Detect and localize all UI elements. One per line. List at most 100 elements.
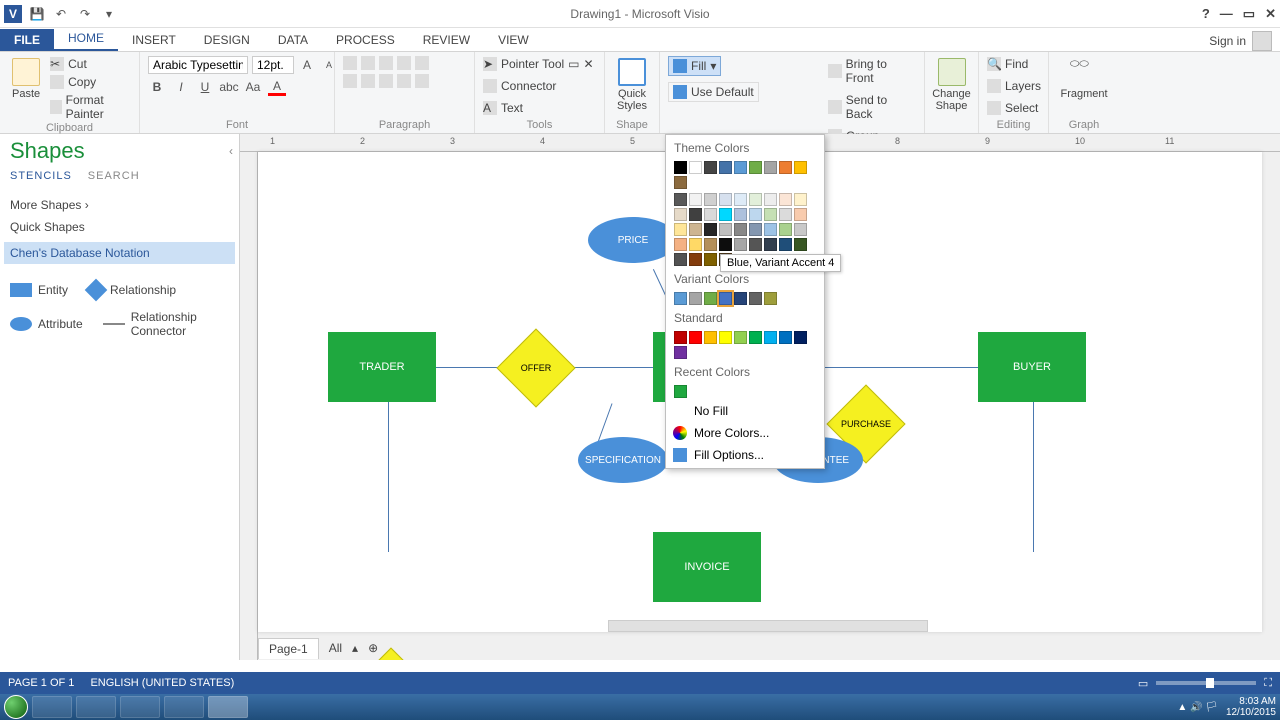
connector-tool-button[interactable]: Connector <box>483 78 556 94</box>
color-swatch[interactable] <box>719 193 732 206</box>
color-swatch[interactable] <box>719 238 732 251</box>
italic-button[interactable]: I <box>172 78 190 96</box>
color-swatch[interactable] <box>734 223 747 236</box>
color-swatch[interactable] <box>734 161 747 174</box>
color-swatch[interactable] <box>749 161 762 174</box>
color-swatch[interactable] <box>674 346 687 359</box>
horizontal-scrollbar[interactable] <box>608 620 928 632</box>
color-swatch[interactable] <box>764 238 777 251</box>
underline-button[interactable]: U <box>196 78 214 96</box>
quick-shapes-link[interactable]: Quick Shapes <box>10 216 229 238</box>
entity-invoice[interactable]: INVOICE <box>653 532 761 602</box>
fit-page-icon[interactable]: ⛶ <box>1264 677 1272 690</box>
align-mid-icon[interactable] <box>361 56 375 70</box>
color-swatch[interactable] <box>689 253 702 266</box>
color-swatch[interactable] <box>764 208 777 221</box>
color-swatch[interactable] <box>794 208 807 221</box>
paste-button[interactable]: Paste <box>8 56 44 102</box>
minimize-icon[interactable]: — <box>1220 6 1233 22</box>
task-vlc[interactable] <box>164 696 204 718</box>
entity-buyer[interactable]: BUYER <box>978 332 1086 402</box>
entity-trader[interactable]: TRADER <box>328 332 436 402</box>
send-back-button[interactable]: Send to Back <box>828 92 916 122</box>
task-visio[interactable] <box>208 696 248 718</box>
task-explorer[interactable] <box>32 696 72 718</box>
color-swatch[interactable] <box>794 238 807 251</box>
fill-options-item[interactable]: Fill Options... <box>668 444 822 466</box>
color-swatch[interactable] <box>764 331 777 344</box>
color-swatch[interactable] <box>689 208 702 221</box>
new-page-icon[interactable]: ⊕ <box>368 641 378 655</box>
color-swatch[interactable] <box>689 292 702 305</box>
color-swatch[interactable] <box>734 193 747 206</box>
task-folder[interactable] <box>76 696 116 718</box>
color-swatch[interactable] <box>689 161 702 174</box>
color-swatch[interactable] <box>674 161 687 174</box>
color-swatch[interactable] <box>749 292 762 305</box>
align-top-icon[interactable] <box>343 56 357 70</box>
fragment-button[interactable]: ⬭⬭ Fragment <box>1057 56 1111 102</box>
color-swatch[interactable] <box>749 208 762 221</box>
more-colors-item[interactable]: More Colors... <box>668 422 822 444</box>
change-shape-button[interactable]: Change Shape <box>933 56 970 114</box>
color-swatch[interactable] <box>719 161 732 174</box>
color-swatch[interactable] <box>764 161 777 174</box>
redo-icon[interactable]: ↷ <box>76 5 94 23</box>
tab-process[interactable]: PROCESS <box>322 29 409 51</box>
layers-button[interactable]: Layers <box>987 78 1041 94</box>
color-swatch[interactable] <box>674 208 687 221</box>
grow-font-icon[interactable]: A <box>298 56 316 74</box>
bold-button[interactable]: B <box>148 78 166 96</box>
align-center-icon[interactable] <box>361 74 375 88</box>
color-swatch[interactable] <box>704 331 717 344</box>
case-button[interactable]: Aa <box>244 78 262 96</box>
rel-connector-stencil[interactable]: Relationship Connector <box>103 310 201 338</box>
attr-specification[interactable]: SPECIFICATION <box>578 437 668 483</box>
no-fill-item[interactable]: No Fill <box>668 400 822 422</box>
color-swatch[interactable] <box>794 193 807 206</box>
tab-file[interactable]: FILE <box>0 29 54 51</box>
color-swatch[interactable] <box>704 253 717 266</box>
bring-front-button[interactable]: Bring to Front <box>828 56 916 86</box>
indent-dec-icon[interactable] <box>397 74 411 88</box>
color-swatch[interactable] <box>779 223 792 236</box>
color-swatch[interactable] <box>794 161 807 174</box>
use-default-button[interactable]: Use Default <box>668 82 759 102</box>
color-swatch[interactable] <box>734 292 747 305</box>
font-name-input[interactable] <box>148 56 248 74</box>
close-icon[interactable]: ✕ <box>1265 6 1276 22</box>
color-swatch[interactable] <box>674 253 687 266</box>
color-swatch[interactable] <box>749 193 762 206</box>
tray-icons[interactable]: ▲ 🔊 🏳 <box>1177 702 1218 713</box>
help-icon[interactable]: ? <box>1202 6 1210 22</box>
color-swatch[interactable] <box>674 292 687 305</box>
attribute-shape-stencil[interactable]: Attribute <box>10 310 83 338</box>
color-swatch[interactable] <box>794 331 807 344</box>
color-swatch[interactable] <box>719 208 732 221</box>
color-swatch[interactable] <box>674 223 687 236</box>
delete-icon[interactable]: ✕ <box>584 57 594 71</box>
color-swatch[interactable] <box>704 292 717 305</box>
undo-icon[interactable]: ↶ <box>52 5 70 23</box>
color-swatch[interactable] <box>719 331 732 344</box>
qat-dropdown-icon[interactable]: ▾ <box>100 5 118 23</box>
search-tab[interactable]: SEARCH <box>88 170 140 182</box>
rel-receive[interactable]: RECEIVE <box>363 659 419 660</box>
color-swatch[interactable] <box>749 238 762 251</box>
color-swatch[interactable] <box>779 331 792 344</box>
color-swatch[interactable] <box>719 223 732 236</box>
rel-offer[interactable]: OFFER <box>508 340 564 396</box>
color-swatch[interactable] <box>749 331 762 344</box>
color-swatch[interactable] <box>704 161 717 174</box>
relationship-shape-stencil[interactable]: Relationship <box>88 282 176 298</box>
start-button[interactable] <box>4 695 28 719</box>
color-swatch[interactable] <box>704 223 717 236</box>
cut-button[interactable]: ✂Cut <box>50 56 131 72</box>
find-button[interactable]: 🔍Find <box>987 56 1028 72</box>
zoom-slider[interactable] <box>1156 681 1256 685</box>
color-swatch[interactable] <box>779 208 792 221</box>
sign-in[interactable]: Sign in <box>1209 31 1280 51</box>
fill-button[interactable]: Fill ▾ <box>668 56 721 76</box>
color-swatch[interactable] <box>779 161 792 174</box>
collapse-icon[interactable]: ‹ <box>229 144 233 158</box>
